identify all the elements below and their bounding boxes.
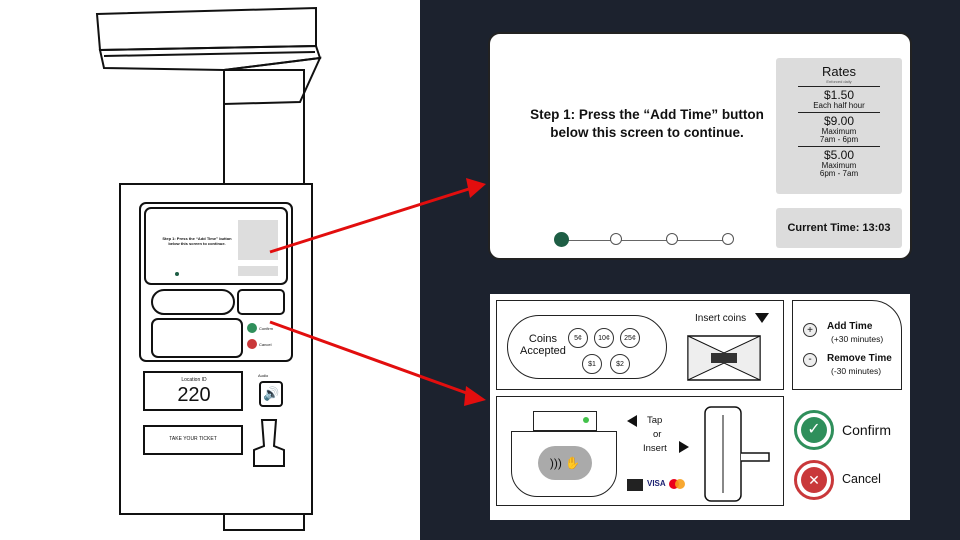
insert-label: Insert [643, 443, 667, 454]
card-reader[interactable]: ))) ✋ [511, 431, 617, 497]
progress-step-4 [722, 233, 734, 245]
coins-accepted-label: Coins Accepted [520, 333, 566, 357]
current-time: Current Time: 13:03 [776, 208, 902, 248]
step-instruction: Step 1: Press the “Add Time” button belo… [530, 107, 764, 140]
coin-10c: 10¢ [594, 328, 614, 348]
coin-1-dollar: $1 [582, 354, 602, 374]
cancel-icon[interactable]: ✕ [794, 460, 834, 500]
remove-time-button[interactable]: Remove Time [827, 353, 892, 364]
rates-panel: Rates Enforced daily $1.50 Each half hou… [776, 58, 902, 194]
minus-icon[interactable]: - [803, 353, 817, 367]
left-arrow-icon [627, 415, 637, 427]
payment-box: ))) ✋ VISA Tap or Insert [496, 396, 784, 506]
rate-desc: Maximum 7am - 6pm [819, 127, 859, 144]
confirm-button[interactable]: Confirm [842, 422, 891, 438]
rate-price: $5.00 [798, 146, 880, 162]
rate-price: $9.00 [798, 112, 880, 128]
tap-label: Tap [647, 415, 663, 426]
confirm-icon[interactable]: ✓ [794, 410, 834, 450]
rates-title: Rates [822, 64, 856, 79]
rate-desc: Each half hour [813, 101, 865, 110]
progress-step-2 [610, 233, 622, 245]
coins-box: Coins Accepted 5¢ 10¢ 25¢ $1 $2 Insert c… [496, 300, 784, 390]
progress-step-1 [554, 232, 569, 247]
insert-coins-label: Insert coins [695, 313, 747, 324]
plus-icon[interactable]: + [803, 323, 817, 337]
coins-accepted-pill: Coins Accepted 5¢ 10¢ 25¢ $1 $2 [507, 315, 667, 379]
mastercard-icon-2 [675, 479, 685, 489]
remove-time-sub: (-30 minutes) [831, 366, 882, 376]
rate-price: $1.50 [798, 86, 880, 102]
progress-track [560, 240, 730, 241]
amex-icon [627, 479, 643, 491]
coin-25c: 25¢ [620, 328, 640, 348]
progress-step-3 [666, 233, 678, 245]
time-controls-box: + Add Time (+30 minutes) - Remove Time (… [792, 300, 902, 390]
add-time-sub: (+30 minutes) [831, 334, 884, 344]
rate-desc: Maximum 6pm - 7am [819, 161, 859, 178]
visa-icon: VISA [647, 479, 666, 488]
screen-zoom: Step 1: Press the “Add Time” button belo… [488, 32, 912, 260]
card-insert-slot[interactable] [697, 405, 777, 505]
coin-5c: 5¢ [568, 328, 588, 348]
coin-2-dollar: $2 [610, 354, 630, 374]
right-arrow-icon [679, 441, 689, 453]
cancel-button[interactable]: Cancel [842, 472, 881, 486]
coin-slot[interactable] [687, 335, 761, 381]
or-label: or [653, 429, 662, 440]
contactless-icon: ))) ✋ [538, 446, 592, 480]
add-time-button[interactable]: Add Time [827, 321, 872, 332]
down-arrow-icon [755, 313, 769, 323]
status-light [583, 417, 589, 423]
rates-subtitle: Enforced daily [826, 79, 852, 84]
controls-zoom: Coins Accepted 5¢ 10¢ 25¢ $1 $2 Insert c… [490, 294, 910, 520]
